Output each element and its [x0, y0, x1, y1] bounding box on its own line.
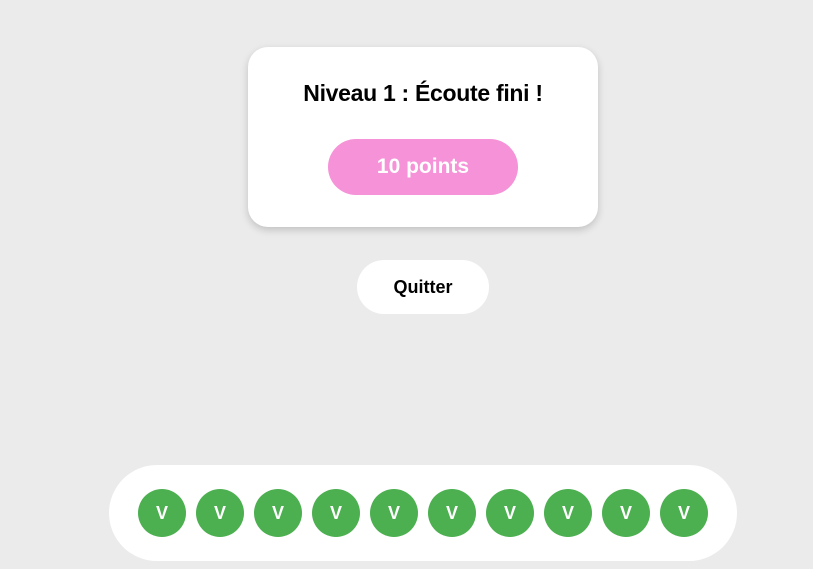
result-card: Niveau 1 : Écoute fini ! 10 points [248, 47, 598, 227]
progress-mark-1: V [138, 489, 186, 537]
result-title: Niveau 1 : Écoute fini ! [303, 80, 543, 106]
progress-mark-2: V [196, 489, 244, 537]
quit-button[interactable]: Quitter [357, 260, 489, 314]
progress-mark-9: V [602, 489, 650, 537]
progress-mark-4: V [312, 489, 360, 537]
progress-marks: VVVVVVVVVV [138, 489, 708, 537]
progress-mark-10: V [660, 489, 708, 537]
progress-mark-3: V [254, 489, 302, 537]
progress-mark-7: V [486, 489, 534, 537]
progress-mark-8: V [544, 489, 592, 537]
progress-mark-6: V [428, 489, 476, 537]
points-badge: 10 points [328, 139, 518, 195]
progress-mark-5: V [370, 489, 418, 537]
progress-bar: VVVVVVVVVV [109, 465, 737, 561]
